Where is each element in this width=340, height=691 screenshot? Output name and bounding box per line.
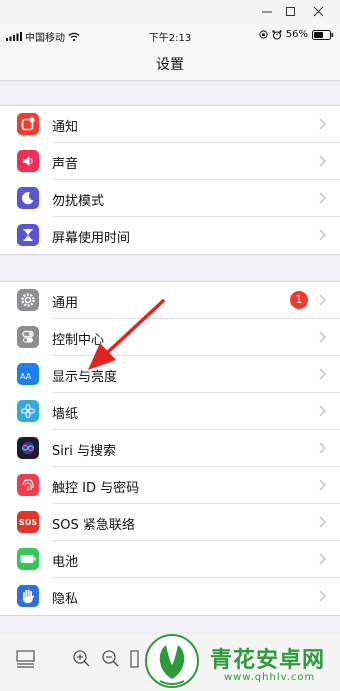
layout-icon[interactable] — [16, 650, 36, 668]
bottom-toolbar: 青花安卓网 www.qhhlv.com — [0, 634, 340, 691]
zoom-out-icon[interactable] — [101, 649, 121, 669]
annotation-arrow — [88, 299, 165, 370]
watermark-logo — [145, 634, 199, 688]
zoom-in-icon[interactable] — [72, 649, 92, 669]
page-icon[interactable] — [130, 650, 140, 668]
watermark-url: www.qhhlv.com — [224, 672, 316, 683]
watermark-title: 青花安卓网 — [210, 648, 326, 673]
